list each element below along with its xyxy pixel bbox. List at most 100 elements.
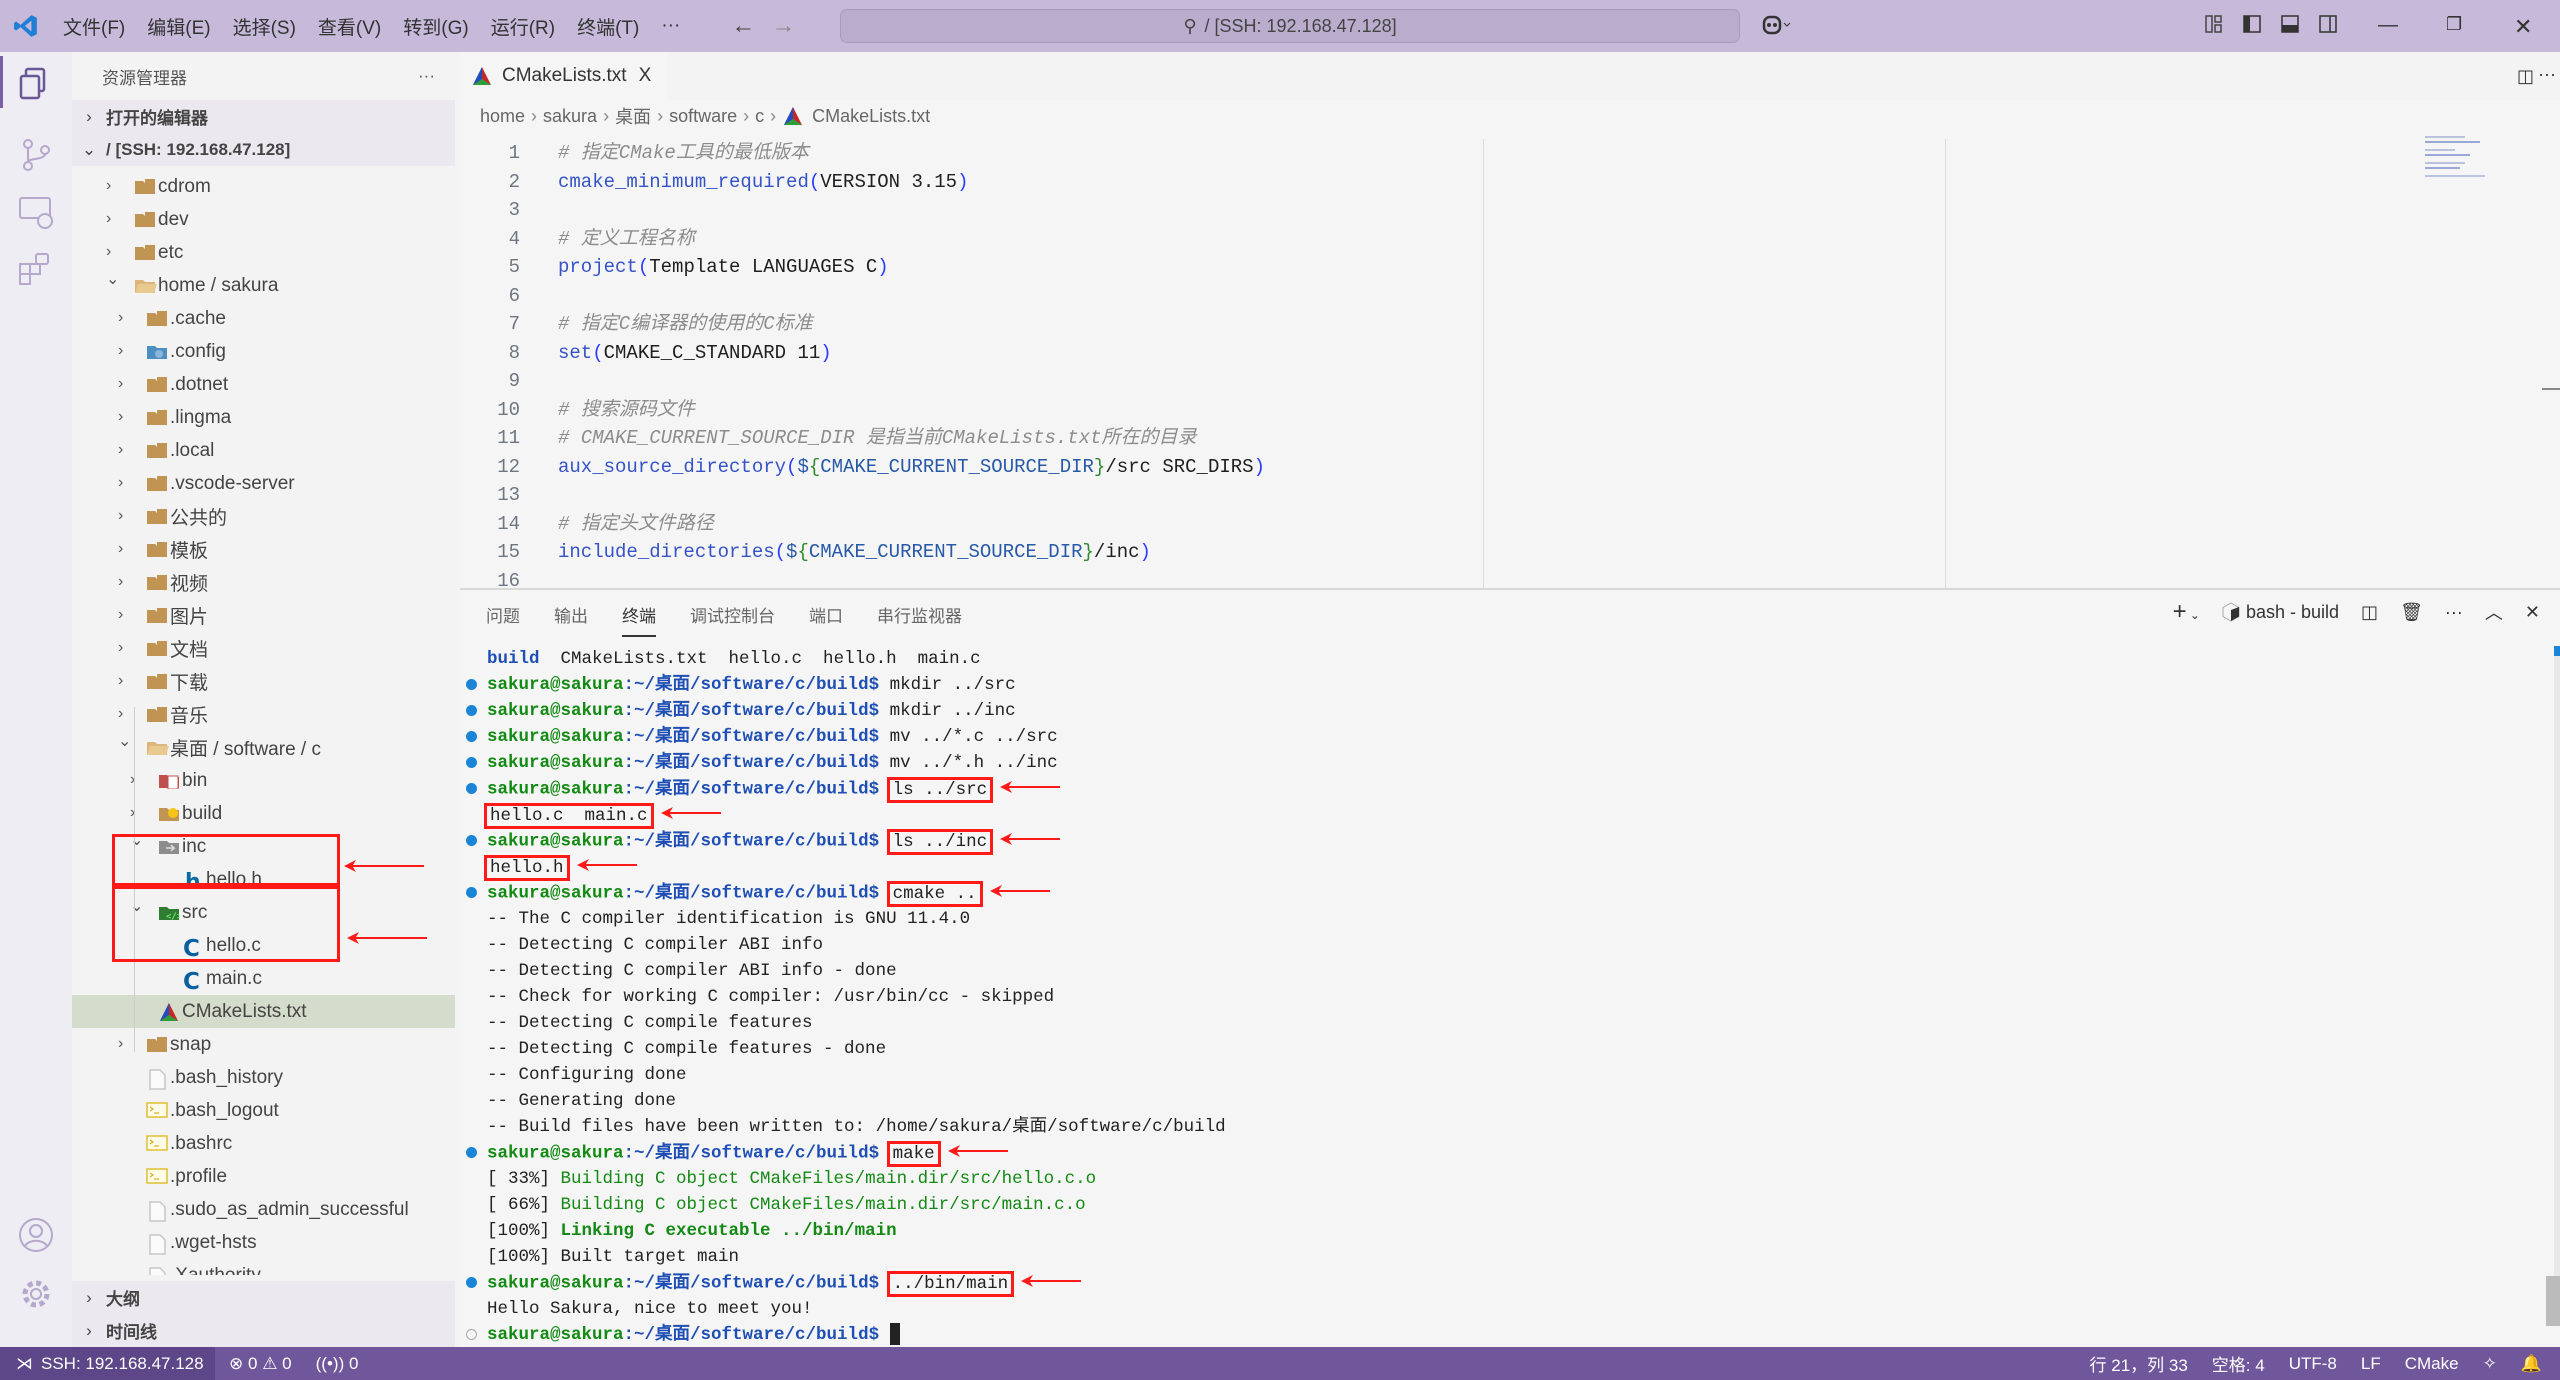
tree-item[interactable]: › .local <box>72 434 455 467</box>
encoding[interactable]: UTF-8 <box>2289 1354 2337 1374</box>
command-decoration-ring-icon[interactable] <box>466 1329 477 1340</box>
command-decoration-dot-icon[interactable] <box>466 835 477 846</box>
breadcrumb-item[interactable]: c <box>755 106 764 127</box>
tree-item[interactable]: › 文档 <box>72 632 455 665</box>
command-decoration-dot-icon[interactable] <box>466 757 477 768</box>
split-editor-icon[interactable]: ◫ <box>2517 66 2534 87</box>
menu-selection[interactable]: 选择(S) <box>233 13 296 40</box>
toggle-sidebar-icon[interactable] <box>2242 14 2264 36</box>
back-arrow-icon[interactable]: ← <box>731 12 755 40</box>
panel-tab[interactable]: 终端 <box>622 602 656 637</box>
tree-item[interactable]: .bash_logout <box>72 1094 455 1127</box>
customize-layout-icon[interactable] <box>2204 14 2226 36</box>
toggle-secondary-sidebar-icon[interactable] <box>2318 14 2340 36</box>
breadcrumb-item[interactable]: home <box>480 106 525 127</box>
command-decoration-dot-icon[interactable] <box>466 731 477 742</box>
editor-more-icon[interactable]: ··· <box>2538 64 2558 85</box>
minimap[interactable] <box>2425 136 2487 184</box>
explorer-icon[interactable] <box>18 66 54 102</box>
tree-item[interactable]: › etc <box>72 236 455 269</box>
tree-item[interactable]: › cdrom <box>72 170 455 203</box>
tree-item[interactable]: › snap <box>72 1028 455 1061</box>
command-decoration-dot-icon[interactable] <box>466 1147 477 1158</box>
chevron-right-icon[interactable]: › <box>118 475 132 491</box>
close-panel-icon[interactable]: ✕ <box>2525 602 2540 623</box>
tree-item[interactable]: Cmain.c <box>72 962 455 996</box>
minimize-icon[interactable]: — <box>2378 14 2400 36</box>
indentation[interactable]: 空格: 4 <box>2212 1351 2265 1376</box>
timeline-section[interactable]: › 时间线 <box>72 1314 455 1347</box>
panel-tab[interactable]: 串行监视器 <box>877 602 962 637</box>
panel-tab[interactable]: 问题 <box>486 602 520 637</box>
chevron-down-icon[interactable]: ⌄ <box>2187 608 2200 622</box>
chevron-right-icon[interactable]: › <box>130 805 144 821</box>
tree-item[interactable]: › 音乐 <box>72 698 455 731</box>
new-terminal-icon[interactable]: + ⌄ <box>2173 598 2200 626</box>
copilot-status-icon[interactable]: ✧ <box>2483 1354 2497 1374</box>
breadcrumb-item[interactable]: sakura <box>543 106 597 127</box>
chevron-down-icon[interactable]: ⌄ <box>106 272 120 288</box>
chevron-right-icon[interactable]: › <box>118 409 132 425</box>
command-decoration-dot-icon[interactable] <box>466 1277 477 1288</box>
chevron-right-icon[interactable]: › <box>106 211 120 227</box>
chevron-right-icon[interactable]: › <box>118 574 132 590</box>
chevron-right-icon[interactable]: › <box>118 442 132 458</box>
command-decoration-dot-icon[interactable] <box>466 783 477 794</box>
tree-item[interactable]: › .lingma <box>72 401 455 434</box>
command-center-search[interactable]: ⚲ / [SSH: 192.168.47.128] <box>840 9 1740 43</box>
tree-item[interactable]: › 视频 <box>72 566 455 599</box>
command-decoration-dot-icon[interactable] <box>466 887 477 898</box>
chevron-right-icon[interactable]: › <box>130 772 144 788</box>
tree-item[interactable]: › 模板 <box>72 533 455 566</box>
kill-terminal-trash-icon[interactable]: 🗑 <box>2400 602 2423 623</box>
chevron-right-icon[interactable]: › <box>118 541 132 557</box>
panel-tab[interactable]: 输出 <box>554 602 588 637</box>
tree-item[interactable]: › 下载 <box>72 665 455 698</box>
tree-item[interactable]: ⌄ home / sakura <box>72 269 455 302</box>
workspace-root-section[interactable]: ⌄ / [SSH: 192.168.47.128] <box>72 133 455 166</box>
panel-more-icon[interactable]: ··· <box>2445 602 2463 623</box>
tree-item[interactable]: .sudo_as_admin_successful <box>72 1193 455 1226</box>
close-window-icon[interactable]: ✕ <box>2514 14 2536 39</box>
ports-indicator[interactable]: ((•)) 0 <box>316 1354 359 1374</box>
panel-tab[interactable]: 调试控制台 <box>690 602 775 637</box>
copilot-icon[interactable] <box>1762 14 1791 36</box>
tree-item[interactable]: .bashrc <box>72 1127 455 1160</box>
menu-terminal[interactable]: 终端(T) <box>577 13 639 40</box>
restore-icon[interactable]: ❐ <box>2446 14 2468 36</box>
tree-item[interactable]: ⌄ 桌面 / software / c <box>72 731 455 764</box>
tree-item[interactable]: › 公共的 <box>72 500 455 533</box>
tree-item[interactable]: .Xauthority <box>72 1259 455 1275</box>
forward-arrow-icon[interactable]: → <box>771 12 795 40</box>
terminal-output[interactable]: build CMakeLists.txt hello.c hello.h mai… <box>460 646 1226 1348</box>
breadcrumb-item[interactable]: CMakeLists.txt <box>812 106 930 127</box>
chevron-right-icon[interactable]: › <box>118 376 132 392</box>
toggle-panel-icon[interactable] <box>2280 14 2302 36</box>
tree-item[interactable]: › .config <box>72 335 455 368</box>
chevron-right-icon[interactable]: › <box>118 640 132 656</box>
tree-item[interactable]: .bash_history <box>72 1061 455 1094</box>
source-control-icon[interactable] <box>18 137 54 173</box>
tree-item[interactable]: › 图片 <box>72 599 455 632</box>
tree-item[interactable]: › .vscode-server <box>72 467 455 500</box>
tree-item[interactable]: .wget-hsts <box>72 1226 455 1259</box>
command-decoration-dot-icon[interactable] <box>466 705 477 716</box>
chevron-right-icon[interactable]: › <box>118 706 132 722</box>
chevron-right-icon[interactable]: › <box>118 607 132 623</box>
tab-cmakelists[interactable]: CMakeLists.txt X <box>460 52 668 100</box>
breadcrumb-item[interactable]: 桌面 <box>615 103 651 129</box>
tree-item[interactable]: › build <box>72 797 455 830</box>
settings-gear-icon[interactable] <box>18 1276 54 1312</box>
code-view[interactable]: 1 # 指定CMake工具的最低版本 2 cmake_minimum_required… <box>460 139 1265 595</box>
maximize-panel-chevron-up-icon[interactable]: ︿ <box>2485 599 2503 625</box>
tree-item[interactable]: › .cache <box>72 302 455 335</box>
terminal-scrollbar[interactable] <box>2546 646 2560 1326</box>
split-terminal-icon[interactable]: ◫ <box>2361 602 2378 623</box>
extensions-icon[interactable] <box>18 252 54 288</box>
tree-item[interactable]: › .dotnet <box>72 368 455 401</box>
terminal-selector[interactable]: bash - build <box>2222 602 2339 623</box>
menu-file[interactable]: 文件(F) <box>63 13 125 40</box>
menu-view[interactable]: 查看(V) <box>318 13 381 40</box>
tree-item[interactable]: CMakeLists.txt <box>72 995 455 1028</box>
chevron-right-icon[interactable]: › <box>118 310 132 326</box>
